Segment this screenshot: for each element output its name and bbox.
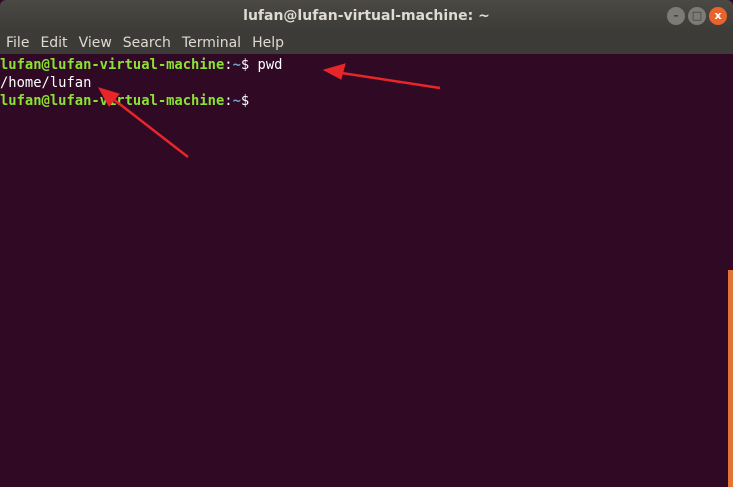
arrow-to-command [322, 63, 441, 90]
arrow-to-output [97, 87, 189, 158]
annotation-arrows [97, 63, 441, 158]
